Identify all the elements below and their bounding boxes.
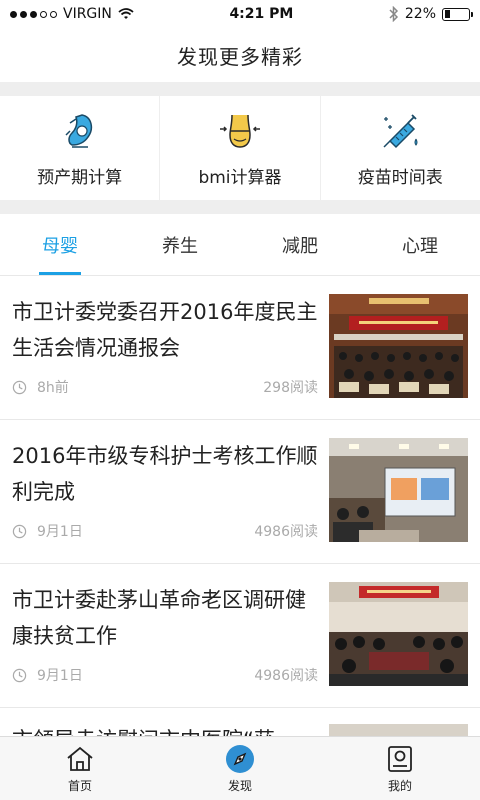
tool-label: 疫苗时间表 [357,167,443,188]
section-divider [0,200,480,214]
news-item[interactable]: 2016年市级专科护士考核工作顺利完成 9月1日 4986阅读 [0,420,480,564]
clock-icon [12,668,27,682]
signal-strength-icon [10,10,57,18]
battery-icon [442,7,473,21]
compass-icon [226,744,254,773]
news-item[interactable]: 市卫计委赴茅山革命老区调研健康扶贫工作 9月1日 4986阅读 [0,564,480,708]
clock-icon [12,380,27,394]
news-time: 9月1日 [37,668,83,684]
section-divider [0,82,480,96]
tool-vaccine-schedule[interactable]: 疫苗时间表 [321,96,480,200]
news-item[interactable]: 市卫计委党委召开2016年度民主生活会情况通报会 8h前 298阅读 [0,276,480,420]
news-time: 9月1日 [37,524,83,540]
news-thumbnail [329,582,468,686]
category-tabs: 母婴 养生 减肥 心理 [0,214,480,276]
news-read-count: 4986阅读 [254,524,318,540]
tool-label: 预产期计算 [37,167,123,188]
news-read-count: 298阅读 [263,380,318,396]
tab-jianfei[interactable]: 减肥 [240,214,360,275]
tab-muying[interactable]: 母婴 [0,214,120,275]
status-bar: VIRGIN 4:21 PM 22% [0,0,480,28]
news-list: 市卫计委党委召开2016年度民主生活会情况通报会 8h前 298阅读 2016年… [0,276,480,748]
news-read-count: 4986阅读 [254,668,318,684]
pregnancy-icon [65,113,92,148]
news-time: 8h前 [37,380,69,396]
battery-level [444,10,450,18]
news-thumbnail [329,438,468,542]
carrier-name: VIRGIN [63,6,112,22]
status-time: 4:21 PM [229,6,294,22]
news-title: 市卫计委赴茅山革命老区调研健康扶贫工作 [12,588,306,648]
clock-icon [12,524,27,538]
news-title: 市卫计委党委召开2016年度民主生活会情况通报会 [12,300,318,360]
tool-bmi-calculator[interactable]: bmi计算器 [160,96,321,200]
waist-measure-icon [219,114,260,148]
profile-icon [388,745,412,772]
nav-label: 发现 [227,778,252,793]
wifi-icon [118,8,134,19]
tab-yangsheng[interactable]: 养生 [120,214,240,275]
nav-label: 首页 [67,778,92,793]
news-title: 2016年市级专科护士考核工作顺利完成 [12,444,318,504]
tab-xinli[interactable]: 心理 [360,214,480,275]
nav-profile[interactable]: 我的 [320,737,480,800]
page-title: 发现更多精彩 [177,44,303,69]
bottom-navigation: 首页 发现 我的 [0,736,480,800]
nav-discover[interactable]: 发现 [160,737,320,800]
nav-label: 我的 [387,778,412,793]
news-thumbnail [329,294,468,398]
home-icon [67,746,93,771]
bluetooth-icon [389,6,398,22]
battery-percentage: 22% [404,6,436,22]
tool-due-date-calculator[interactable]: 预产期计算 [0,96,161,200]
nav-home[interactable]: 首页 [0,737,160,800]
tool-label: bmi计算器 [198,167,282,188]
tools-row: 预产期计算 bmi计算器 疫苗时间表 [0,96,480,200]
vaccine-syringe-icon [383,113,418,148]
